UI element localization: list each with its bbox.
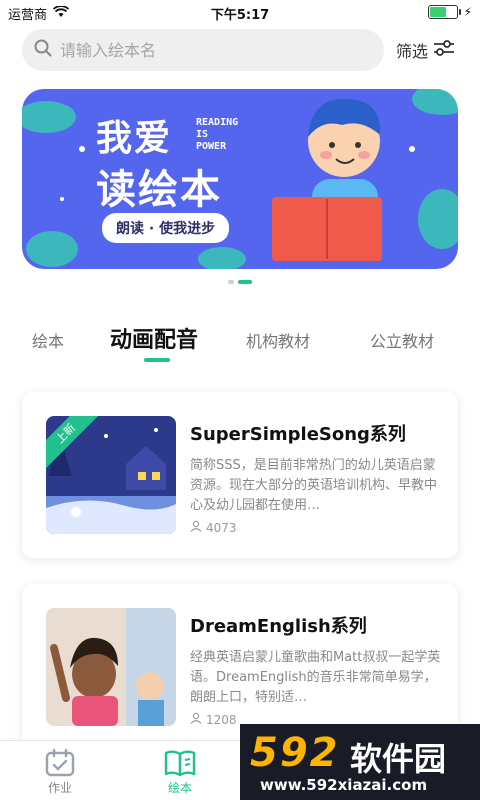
filter-button[interactable]: 筛选 [396, 38, 456, 62]
nav-homework[interactable]: 作业 [30, 749, 90, 796]
tab-public-textbooks[interactable]: 公立教材 [370, 328, 434, 352]
carousel-dot-active[interactable] [238, 280, 252, 284]
series-count-value: 1208 [206, 712, 237, 727]
series-description: 经典英语启蒙儿童歌曲和Matt叔叔一起学英语。DreamEnglish的音乐非常… [190, 650, 441, 705]
promo-banner[interactable]: 我爱 读绘本 READING IS POWER 朗读 · 使我进步 [22, 89, 458, 269]
banner-title-line2: 读绘本 [96, 167, 222, 213]
watermark-url: www.592xiazai.com [260, 776, 428, 794]
banner-decoration [22, 89, 458, 269]
filter-label: 筛选 [396, 42, 429, 61]
search-icon [34, 39, 52, 61]
nav-picture-books[interactable]: 绘本 [150, 749, 210, 796]
active-tab-underline [144, 358, 170, 362]
user-icon [190, 712, 202, 727]
watermark-logo: 592 软件园 www.592xiazai.com [240, 724, 480, 800]
tab-animation-dubbing[interactable]: 动画配音 [110, 322, 198, 354]
series-count: 4073 [190, 520, 237, 535]
series-count: 1208 [190, 712, 237, 727]
search-input[interactable] [60, 40, 340, 60]
battery-icon [427, 5, 461, 19]
watermark-number: 592 [250, 730, 340, 776]
filter-sliders-icon [432, 38, 456, 62]
series-description: 简称SSS，是目前非常热门的幼儿英语启蒙资源。现在大部分的英语培训机构、早教中心… [190, 458, 438, 513]
series-card[interactable]: 上新 SuperSimpleSong系列 简称SSS，是目前非常热门的幼儿英语启… [22, 392, 458, 558]
user-icon [190, 520, 202, 535]
calendar-check-icon [45, 749, 75, 777]
nav-picture-books-label: 绘本 [167, 781, 192, 795]
series-thumbnail [46, 608, 176, 726]
nav-homework-label: 作业 [47, 781, 72, 795]
charging-icon: ⚡ [463, 5, 472, 19]
banner-english-text: READING IS POWER [196, 117, 239, 152]
status-time: 下午5:17 [210, 8, 270, 23]
watermark-brand: 软件园 [350, 740, 447, 778]
category-tabs: 绘本 动画配音 机构教材 公立教材 [0, 322, 480, 362]
carousel-indicator [0, 280, 480, 284]
carousel-dot[interactable] [228, 280, 234, 284]
banner-title-line1: 我爱 [96, 118, 173, 159]
series-title: DreamEnglish系列 [190, 616, 367, 637]
search-bar[interactable] [22, 29, 384, 71]
tab-institution-textbooks[interactable]: 机构教材 [246, 328, 310, 352]
series-count-value: 4073 [206, 520, 237, 535]
tab-picture-books[interactable]: 绘本 [32, 328, 64, 352]
open-book-icon [164, 750, 196, 777]
banner-slogan: 朗读 · 使我进步 [102, 213, 230, 243]
status-bar: 运营商 下午5:17 ⚡ [0, 0, 480, 26]
series-thumbnail: 上新 [46, 416, 176, 534]
series-title: SuperSimpleSong系列 [190, 424, 406, 445]
